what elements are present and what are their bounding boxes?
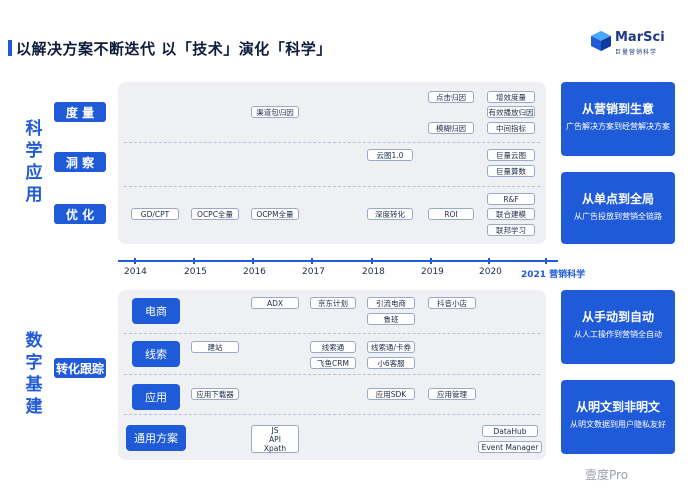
category-duliang: 度 量: [54, 102, 106, 122]
lower-divider-2: [124, 374, 540, 375]
logo-name: MarSci: [615, 30, 665, 45]
year-2014: 2014: [124, 267, 147, 277]
tag-gd-cpt: GD/CPT: [131, 208, 179, 220]
tag-lianbang-xuexi: 联邦学习: [487, 224, 535, 236]
tag-yingyong-guanli: 应用管理: [428, 388, 476, 400]
year-2021: 2021 营销科学: [521, 270, 586, 280]
upper-right-1-sub: 广告解决方案到经营解决方案: [566, 122, 670, 131]
tag-jianzhan: 建站: [191, 341, 239, 353]
tag-douyin-xiaodian: 抖音小店: [428, 297, 476, 309]
tag-lianhe-jianmo: 联合建模: [487, 208, 535, 220]
tag-juliang-suanshu: 巨量算数: [487, 165, 535, 177]
category-zhuanhua-genzong: 转化跟踪: [54, 358, 106, 378]
upper-right-1-title: 从营销到生意: [581, 102, 654, 116]
tag-adx: ADX: [251, 297, 299, 309]
upper-panel: [118, 82, 546, 244]
tag-ocpm: OCPM全量: [251, 208, 299, 220]
tag-xiao6-kefu: 小6客服: [367, 357, 415, 369]
page-title: 以解决方案不断迭代 以「技术」演化「科学」: [16, 40, 332, 58]
tag-yingyong-xiazaiqi: 应用下载器: [191, 388, 239, 400]
tag-zengxiao-duliang: 增效度量: [487, 91, 535, 103]
lower-right-1-title: 从手动到自动: [581, 310, 654, 324]
category-youhua: 优 化: [54, 204, 106, 224]
lower-section-label: 数字基建: [25, 331, 43, 417]
timeline-tick: [545, 258, 547, 264]
timeline-tick: [252, 258, 254, 264]
tag-xiansuotong-kaquan: 线索通/卡券: [367, 341, 415, 353]
tag-dianji-guiyin: 点击归因: [428, 91, 474, 103]
year-2016: 2016: [243, 267, 266, 277]
category-yingyong: 应用: [132, 384, 180, 410]
watermark: 壹度Pro: [585, 468, 629, 482]
upper-right-2-title: 从单点到全局: [581, 192, 654, 206]
lower-right-box-2: 从明文到非明文 从明文数据到用户隐私友好: [561, 380, 675, 454]
tag-feiyu-crm: 飞鱼CRM: [310, 357, 356, 369]
lower-right-box-1: 从手动到自动 从人工操作到营销全自动: [561, 290, 675, 364]
logo-subtitle: 巨量营销科学: [615, 49, 658, 56]
lower-divider-1: [124, 333, 540, 334]
lower-right-2-title: 从明文到非明文: [575, 400, 660, 414]
tag-yinliu-dianshang: 引流电商: [367, 297, 415, 309]
upper-right-box-1: 从营销到生意 广告解决方案到经营解决方案: [561, 82, 675, 156]
tag-yuntu-1: 云图1.0: [367, 149, 413, 161]
marsci-logo-icon: [591, 31, 611, 51]
category-dongcha: 洞 察: [54, 152, 106, 172]
tag-ocpc: OCPC全量: [191, 208, 239, 220]
tag-luban: 鲁班: [367, 313, 415, 325]
tag-event-manager: Event Manager: [478, 441, 542, 453]
tag-datahub: DataHub: [482, 425, 538, 437]
upper-section-label: 科学应用: [25, 119, 43, 205]
tag-mohu-guiyin: 模糊归因: [428, 122, 474, 134]
lower-divider-3: [124, 414, 540, 415]
timeline-tick: [193, 258, 195, 264]
tag-shendu-zhuanhua: 深度转化: [367, 208, 413, 220]
tag-roi: ROI: [428, 208, 474, 220]
tag-yingyong-sdk: 应用SDK: [367, 388, 415, 400]
tag-jingdong-jihua: 京东计划: [310, 297, 356, 309]
title-accent-bar: [8, 40, 12, 56]
year-2015: 2015: [184, 267, 207, 277]
timeline-axis: [118, 260, 558, 262]
tag-youxiao-bofang-guiyin: 有效播放归因: [487, 106, 535, 118]
category-xiansuo: 线索: [132, 341, 180, 367]
upper-right-2-sub: 从广告投放到营销全链路: [574, 212, 662, 221]
year-2019: 2019: [421, 267, 444, 277]
category-tongyong-fangan: 通用方案: [126, 425, 186, 451]
lower-right-1-sub: 从人工操作到营销全自动: [574, 330, 662, 339]
tag-rf: R&F: [487, 193, 535, 205]
timeline-tick: [430, 258, 432, 264]
year-2017: 2017: [302, 267, 325, 277]
tag-juliang-yuntu: 巨量云图: [487, 149, 535, 161]
upper-right-box-2: 从单点到全局 从广告投放到营销全链路: [561, 172, 675, 244]
category-dianshang: 电商: [132, 298, 180, 324]
timeline-tick: [371, 258, 373, 264]
timeline-tick: [311, 258, 313, 264]
timeline-tick: [134, 258, 136, 264]
year-2020: 2020: [479, 267, 502, 277]
tag-zhongjian-zhibiao: 中间指标: [487, 122, 535, 134]
timeline-tick: [488, 258, 490, 264]
tag-qudao-guiyin: 渠道包归因: [251, 106, 299, 118]
marsci-logo: MarSci 巨量营销科学: [590, 28, 674, 58]
tag-xiansuotong: 线索通: [310, 341, 356, 353]
upper-divider-1: [124, 142, 540, 143]
upper-divider-2: [124, 186, 540, 187]
lower-right-2-sub: 从明文数据到用户隐私友好: [570, 420, 666, 429]
year-2018: 2018: [362, 267, 385, 277]
tag-js-api-xpath: JS API Xpath: [251, 425, 299, 453]
